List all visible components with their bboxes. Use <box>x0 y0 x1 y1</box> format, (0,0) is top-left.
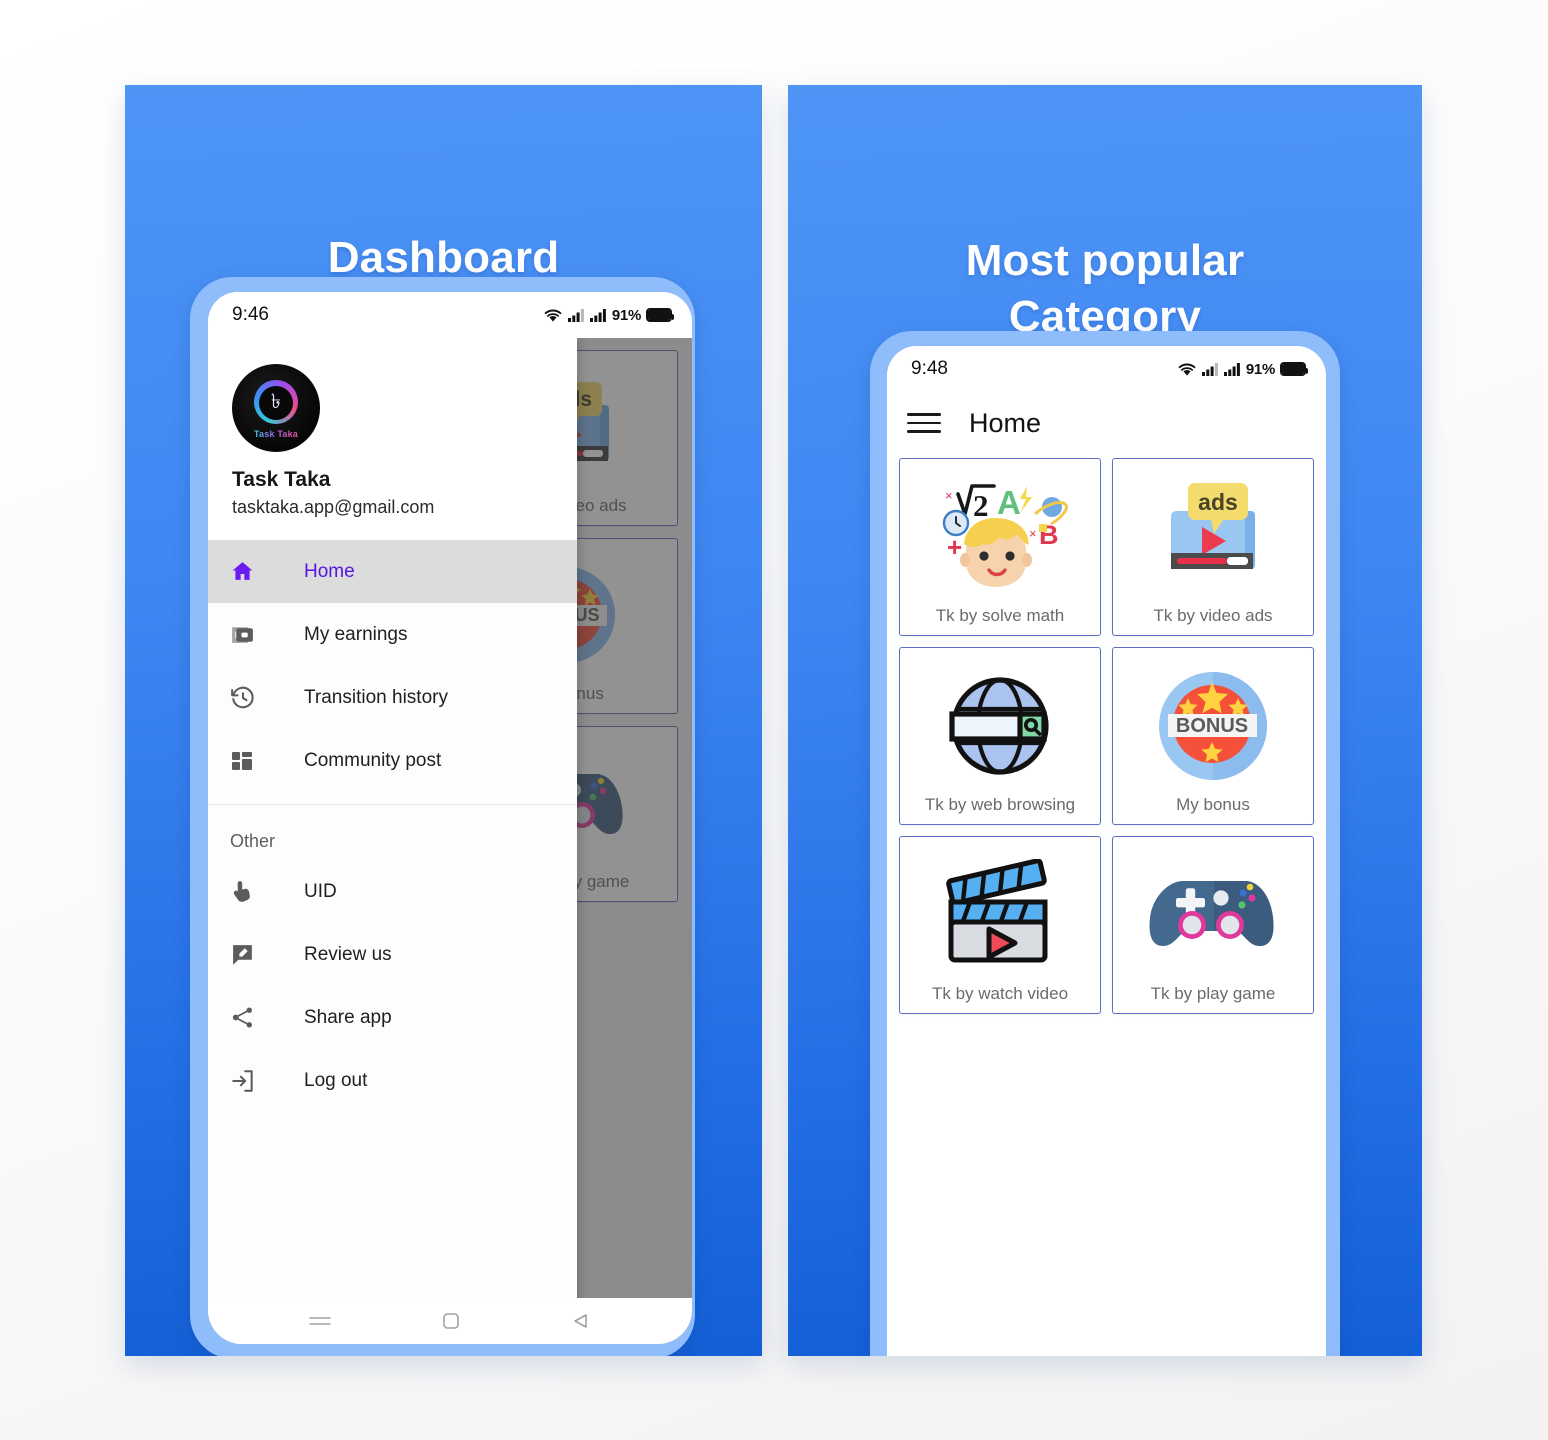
bonus-badge-icon: BONUS <box>1113 656 1313 795</box>
globe-search-icon <box>900 656 1100 795</box>
category-card-play-game[interactable]: Tk by play game <box>1112 836 1314 1014</box>
page-title: Home <box>969 407 1042 438</box>
android-nav-bar <box>887 1348 1326 1356</box>
status-time: 9:46 <box>232 304 269 325</box>
sidebar-item-log-out[interactable]: Log out <box>208 1049 577 1112</box>
signal-icon <box>1201 363 1218 376</box>
sidebar-item-transition-history[interactable]: Transition history <box>208 666 577 729</box>
sidebar-item-label: My earnings <box>304 623 408 645</box>
category-card-video-ads[interactable]: ads Tk by video ads <box>1112 458 1314 636</box>
signal-icon <box>589 309 606 322</box>
status-bar: 9:48 91% <box>887 346 1326 392</box>
panel-most-popular-category: Most popular Category 9:48 91% Home × × … <box>788 85 1422 1356</box>
svg-text:+: + <box>947 532 962 562</box>
back-nav-icon[interactable] <box>571 1312 591 1330</box>
android-nav-bar <box>208 1298 692 1344</box>
app-bar: Home <box>887 392 1326 454</box>
svg-text:A: A <box>997 484 1021 521</box>
clapperboard-icon <box>900 845 1100 984</box>
logout-icon <box>230 1068 276 1094</box>
svg-text:BONUS: BONUS <box>1176 715 1248 737</box>
sidebar-item-label: Community post <box>304 749 442 771</box>
category-card-web-browsing[interactable]: Tk by web browsing <box>899 647 1101 825</box>
avatar: ৳ Task Taka <box>232 364 320 452</box>
sidebar-item-label: Transition history <box>304 686 448 708</box>
sidebar-item-label: UID <box>304 880 337 902</box>
svg-text:2: 2 <box>973 488 989 523</box>
dashboard-icon <box>230 749 276 773</box>
sidebar-item-label: Log out <box>304 1069 368 1091</box>
category-card-my-bonus[interactable]: BONUS My bonus <box>1112 647 1314 825</box>
panel-dashboard: Dashboard 9:46 91% ৳ Task Taka Task Taka… <box>125 85 762 1356</box>
navigation-drawer: ৳ Task Taka Task Taka tasktaka.app@gmail… <box>208 338 577 1344</box>
category-card-label: My bonus <box>1176 795 1250 814</box>
battery-percent: 91% <box>611 306 641 324</box>
wifi-icon <box>544 309 562 322</box>
sidebar-item-label: Share app <box>304 1006 392 1028</box>
account-name: Task Taka <box>232 468 331 491</box>
menu-group-label-other: Other <box>230 831 276 851</box>
panel-title-line-1: Most popular <box>965 236 1245 285</box>
sidebar-item-share-app[interactable]: Share app <box>208 986 577 1049</box>
taka-symbol: ৳ <box>271 388 281 413</box>
gamepad-icon <box>1113 845 1313 984</box>
share-icon <box>230 1005 276 1030</box>
panel-title-category: Most popular Category <box>788 233 1422 345</box>
logo-text: Task Taka <box>254 428 298 439</box>
phone-screen-home: 9:48 91% Home × × + 2 A B Tk by solve ma… <box>887 346 1326 1356</box>
account-email: tasktaka.app@gmail.com <box>232 497 435 517</box>
battery-icon <box>1280 362 1308 376</box>
phone-mockup-home: 9:48 91% Home × × + 2 A B Tk by solve ma… <box>870 331 1340 1356</box>
status-bar: 9:46 91% <box>208 292 692 338</box>
category-card-watch-video[interactable]: Tk by watch video <box>899 836 1101 1014</box>
phone-mockup-dashboard: 9:46 91% ৳ Task Taka Task Taka tasktaka.… <box>190 277 695 1356</box>
sidebar-item-uid[interactable]: UID <box>208 860 577 923</box>
tap-finger-icon <box>230 879 276 904</box>
hamburger-icon[interactable] <box>907 413 941 433</box>
video-ads-icon: ads <box>1113 467 1313 606</box>
category-card-solve-math[interactable]: × × + 2 A B Tk by solve math <box>899 458 1101 636</box>
battery-icon <box>646 308 674 322</box>
signal-icon <box>1223 363 1240 376</box>
category-grid: × × + 2 A B Tk by solve math ads Tk by v… <box>887 454 1326 1014</box>
panel-title-dashboard: Dashboard <box>327 233 560 282</box>
category-card-label: Tk by video ads <box>1153 606 1273 625</box>
status-time: 9:48 <box>911 358 948 379</box>
poster-stage: Dashboard 9:46 91% ৳ Task Taka Task Taka… <box>0 0 1548 1440</box>
math-kid-icon: × × + 2 A B <box>900 467 1100 606</box>
status-icons: 91% <box>543 306 674 324</box>
home-nav-icon[interactable] <box>442 1312 460 1330</box>
drawer-menu: Home My earnings Transition history Comm… <box>208 540 577 1344</box>
category-card-label: Tk by play game <box>1150 984 1276 1003</box>
category-card-label: Tk by solve math <box>935 606 1065 625</box>
status-icons: 91% <box>1177 360 1308 378</box>
battery-percent: 91% <box>1245 360 1275 378</box>
rate-review-icon <box>230 942 276 967</box>
sidebar-item-home[interactable]: Home <box>208 540 577 603</box>
wifi-icon <box>1178 363 1196 376</box>
sidebar-item-label: Home <box>304 560 355 582</box>
home-icon <box>230 559 276 584</box>
menu-nav-icon[interactable] <box>309 1314 332 1328</box>
wallet-icon <box>230 622 276 647</box>
phone-screen-dashboard: 9:46 91% ৳ Task Taka Task Taka tasktaka.… <box>208 292 692 1344</box>
svg-text:ads: ads <box>1198 489 1238 515</box>
logo-ring: ৳ <box>254 379 298 424</box>
sidebar-item-label: Review us <box>304 943 392 965</box>
svg-text:×: × <box>945 488 953 503</box>
sidebar-item-review-us[interactable]: Review us <box>208 923 577 986</box>
sidebar-item-my-earnings[interactable]: My earnings <box>208 603 577 666</box>
signal-icon <box>567 309 584 322</box>
category-card-label: Tk by web browsing <box>924 795 1076 814</box>
history-icon <box>230 685 276 711</box>
svg-text:×: × <box>1029 526 1037 541</box>
category-card-label: Tk by watch video <box>931 984 1069 1003</box>
drawer-header: ৳ Task Taka Task Taka tasktaka.app@gmail… <box>208 338 577 540</box>
sidebar-item-community-post[interactable]: Community post <box>208 729 577 792</box>
